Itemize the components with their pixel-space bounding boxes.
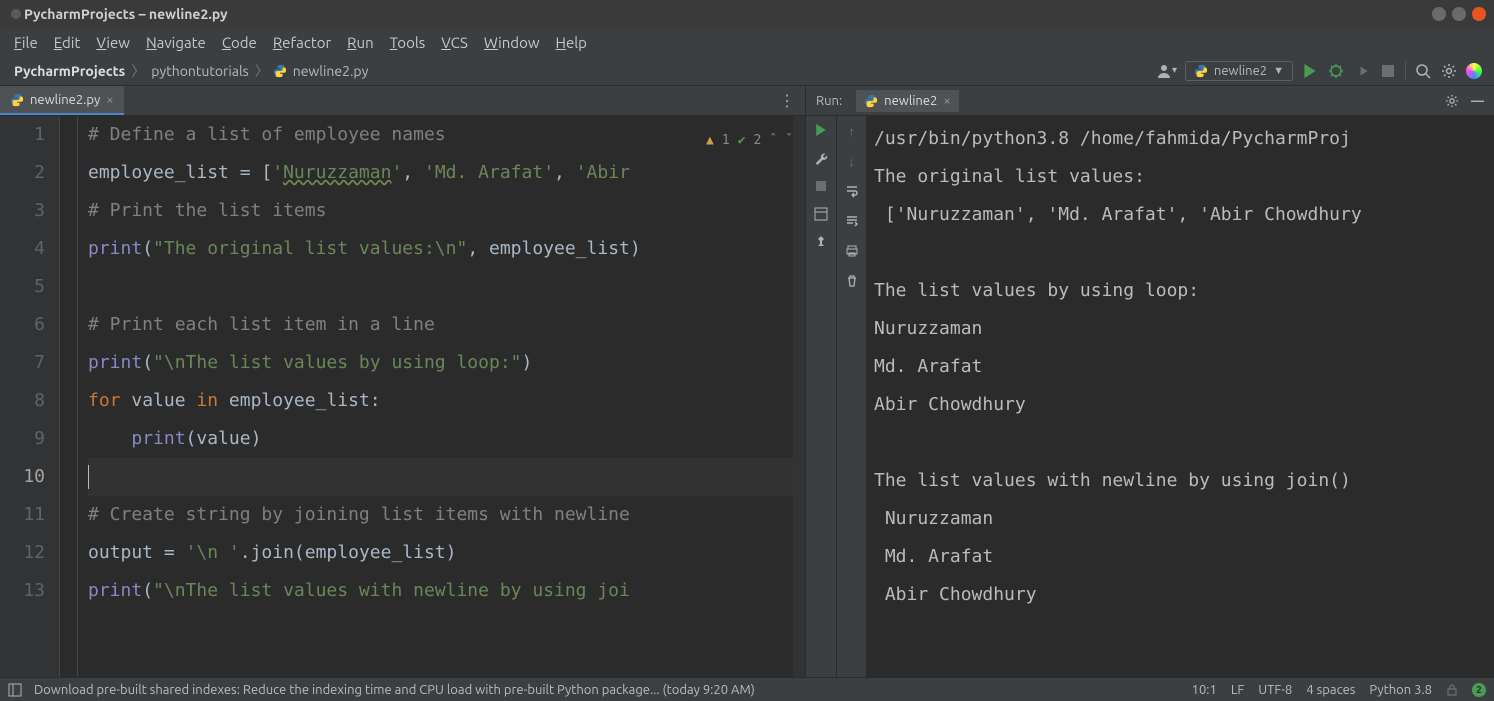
python-interpreter[interactable]: Python 3.8 [1369,683,1432,697]
indent-setting[interactable]: 4 spaces [1306,683,1355,697]
run-tab-close-icon[interactable]: × [943,94,950,108]
run-toolbar-left [806,116,836,677]
rerun-button[interactable] [813,122,829,138]
settings-icon[interactable] [1440,62,1458,80]
trash-icon[interactable] [843,272,861,290]
breadcrumb-folder[interactable]: pythontutorials [149,63,250,79]
menu-refactor[interactable]: Refactor [267,32,337,53]
layout-icon[interactable] [813,206,829,222]
menu-run[interactable]: Run [341,32,380,53]
wrench-icon[interactable] [813,150,829,166]
chevron-right-icon: 〉 [255,61,269,81]
status-message[interactable]: Download pre-built shared indexes: Reduc… [34,683,755,697]
run-button[interactable] [1301,62,1319,80]
statusbar: Download pre-built shared indexes: Reduc… [0,677,1494,701]
run-settings-icon[interactable] [1443,92,1461,110]
menu-edit[interactable]: Edit [48,32,87,53]
python-file-icon [864,94,878,108]
warning-count: 1 [722,122,730,160]
editor-scrollbar[interactable] [793,116,805,677]
python-file-icon [1194,64,1208,78]
editor-tab-label: newline2.py [30,93,100,107]
menu-code[interactable]: Code [216,32,263,53]
menu-vcs[interactable]: VCS [435,32,474,53]
svg-text:▾: ▾ [1172,64,1177,75]
search-icon[interactable] [1414,62,1432,80]
run-config-selector[interactable]: newline2 ▼ [1185,61,1293,81]
menu-help[interactable]: Help [549,32,592,53]
menu-window[interactable]: Window [478,32,546,53]
run-tab-label: newline2 [884,94,937,108]
editor-tab-newline2[interactable]: newline2.py × [0,86,124,115]
code-area[interactable]: # Define a list of employee namesemploye… [78,116,793,677]
run-tool-window: Run: newline2 × — ↑ [806,86,1494,677]
run-label: Run: [816,94,842,108]
user-add-icon[interactable]: ▾ [1157,63,1177,79]
titlebar: PycharmProjects – newline2.py [0,0,1494,28]
tab-close-icon[interactable]: × [106,93,113,107]
run-coverage-button[interactable] [1353,62,1371,80]
run-header: Run: newline2 × — [806,86,1494,116]
console-output[interactable]: /usr/bin/python3.8 /home/fahmida/Pycharm… [866,116,1494,677]
soft-wrap-icon[interactable] [843,182,861,200]
pass-count: 2 [754,122,762,160]
debug-button[interactable] [1327,62,1345,80]
stop-button[interactable] [1379,62,1397,80]
menu-view[interactable]: View [90,32,136,53]
editor-pane: newline2.py × ⋮ 12345678910111213 # Defi… [0,86,806,677]
python-file-icon [10,93,24,107]
pin-icon[interactable] [813,234,829,250]
menubar: FileEditViewNavigateCodeRefactorRunTools… [0,28,1494,56]
run-tab[interactable]: newline2 × [856,90,959,112]
down-arrow-icon[interactable]: ↓ [843,152,861,170]
window-title: PycharmProjects – newline2.py [24,6,1426,22]
code-editor[interactable]: 12345678910111213 # Define a list of emp… [0,116,805,677]
file-encoding[interactable]: UTF-8 [1258,683,1292,697]
tool-windows-icon[interactable] [8,683,22,697]
navigation-toolbar: PycharmProjects 〉 pythontutorials 〉 newl… [0,56,1494,86]
window-minimize-button[interactable] [1432,7,1446,21]
menu-tools[interactable]: Tools [384,32,432,53]
chevron-down-icon: ▼ [1273,65,1284,77]
breadcrumb-file[interactable]: newline2.py [291,63,371,79]
check-icon: ✔ [738,122,746,160]
caret-position[interactable]: 10:1 [1192,683,1217,697]
notifications-badge[interactable]: 2 [1472,683,1486,697]
warning-icon: ▲ [706,122,714,160]
breadcrumb: PycharmProjects 〉 pythontutorials 〉 newl… [12,61,370,81]
hide-tool-window-icon[interactable]: — [1471,94,1484,108]
up-arrow-icon[interactable]: ↑ [843,122,861,140]
run-toolbar-left2: ↑ ↓ [836,116,866,677]
print-icon[interactable] [843,242,861,260]
stop-button[interactable] [813,178,829,194]
run-config-name: newline2 [1214,64,1267,78]
line-ending[interactable]: LF [1231,683,1244,697]
inspection-widget[interactable]: ▲1 ✔2 ˆ ˇ [706,122,793,160]
menu-file[interactable]: File [8,32,44,53]
python-file-icon [273,64,287,78]
window-close-button[interactable] [1472,7,1486,21]
window-maximize-button[interactable] [1452,7,1466,21]
chevron-up-icon[interactable]: ˆ [769,122,777,160]
chevron-right-icon: 〉 [131,61,145,81]
menu-navigate[interactable]: Navigate [140,32,212,53]
editor-tabs: newline2.py × ⋮ [0,86,805,116]
breadcrumb-root[interactable]: PycharmProjects [12,63,127,79]
ide-logo-icon[interactable] [1466,63,1482,79]
editor-tab-menu-icon[interactable]: ⋮ [769,91,805,110]
readonly-lock-icon[interactable] [1446,684,1458,696]
app-icon [8,6,24,22]
scroll-to-end-icon[interactable] [843,212,861,230]
chevron-down-icon[interactable]: ˇ [785,122,793,160]
line-number-gutter: 12345678910111213 [0,116,60,677]
